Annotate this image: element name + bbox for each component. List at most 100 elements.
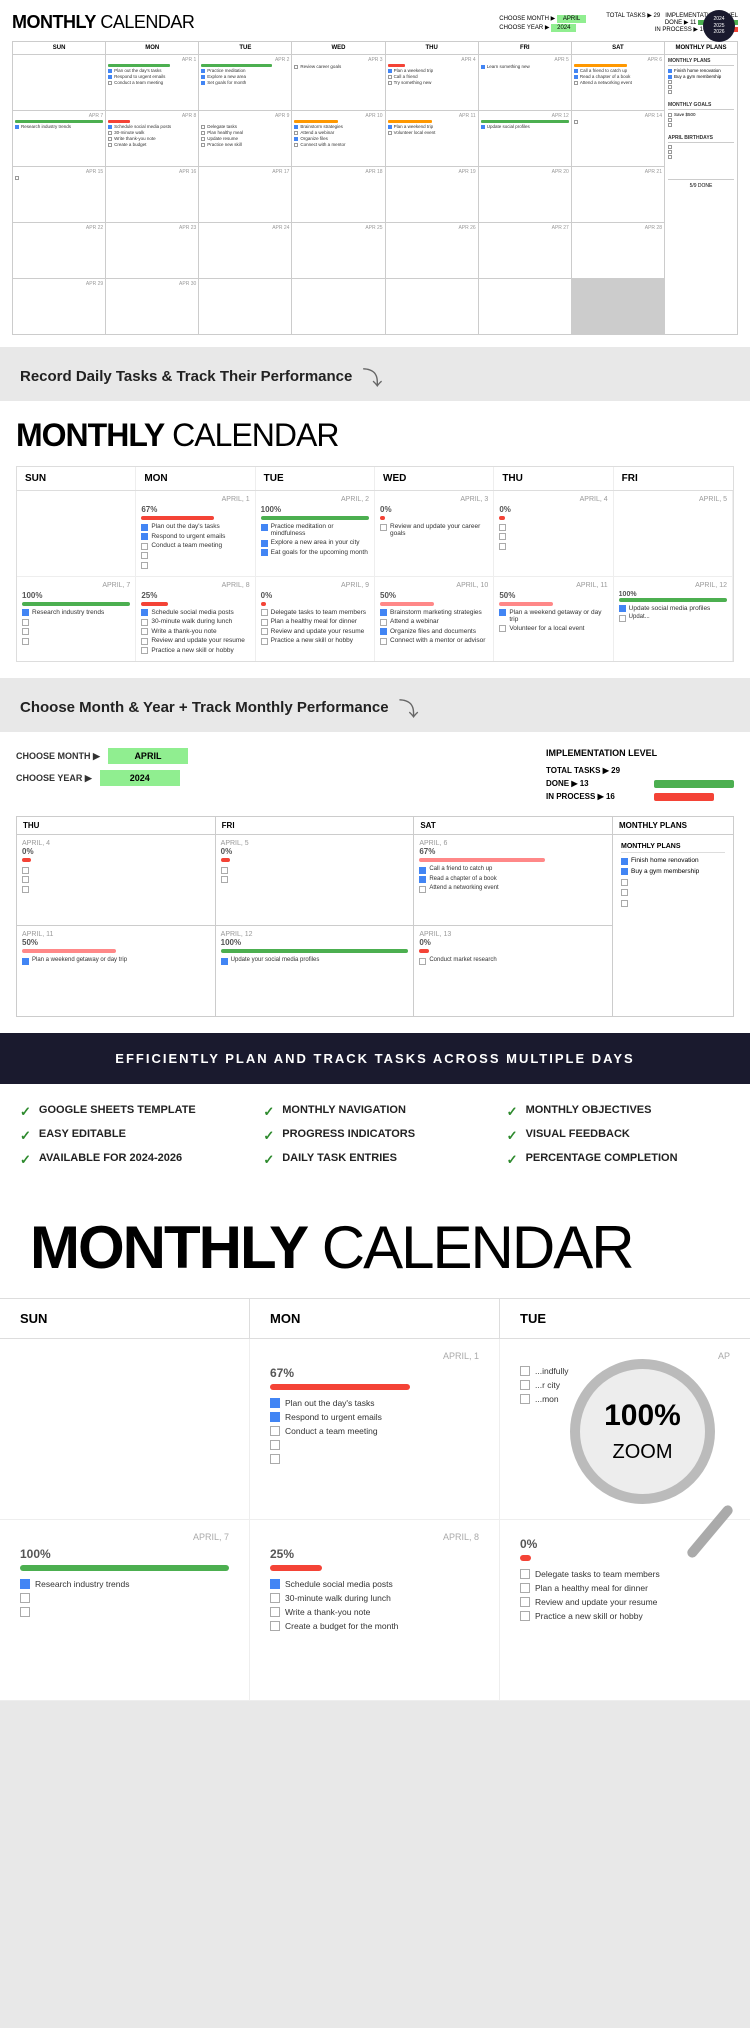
inprocess-row: IN PROCESS ▶ 16 — [546, 792, 734, 801]
checkbox-unchecked — [520, 1380, 530, 1390]
section-zoom-demo: MONTHLY CALENDAR SUN MON TUE APRIL, 1 67… — [0, 1188, 750, 1701]
table-row: APR 20 — [479, 167, 571, 222]
table-row: APRIL, 2 100% Practice meditation or min… — [256, 491, 375, 576]
checkbox-unchecked — [270, 1454, 280, 1464]
inprocess-label: IN PROCESS ▶ 16 — [546, 792, 646, 801]
monthly-plans-header: MONTHLY PLANS — [665, 42, 737, 54]
zoom-week1-row: APRIL, 1 67% Plan out the day's tasks Re… — [0, 1339, 750, 1520]
table-row: APR 11 Plan a weekend trip Volunteer loc… — [386, 111, 478, 166]
task-item: Practice a new skill or hobby — [520, 1611, 730, 1621]
day-header-sat: SAT — [572, 42, 664, 54]
zoom-percent-label: 100%ZOOM — [604, 1399, 681, 1465]
table-row: APR 24 — [199, 223, 291, 278]
task-item: Plan out the day's tasks — [270, 1398, 479, 1408]
task-item: Review and update your resume — [520, 1597, 730, 1607]
table-row: APRIL, 5 0% — [216, 835, 414, 925]
partial-header-sat: SAT — [414, 817, 612, 834]
table-row: APR 8 Schedule social media posts 30-min… — [106, 111, 198, 166]
zoom-header-wed: WED — [375, 467, 494, 490]
year-value[interactable]: 2024 — [100, 770, 180, 786]
partial-calendar: THU FRI SAT MONTHLY PLANS APRIL, 4 0% AP… — [16, 816, 734, 1017]
day-header-fri: FRI — [479, 42, 571, 54]
month-value[interactable]: APRIL — [108, 748, 188, 764]
day-header-wed: WED — [292, 42, 384, 54]
checkbox-checked — [20, 1579, 30, 1589]
feature-label: VISUAL FEEDBACK — [526, 1128, 630, 1140]
table-row: APRIL, 9 0% Delegate tasks to team membe… — [256, 577, 375, 662]
section-full-calendar: MONTHLY CALENDAR CHOOSE MONTH ▶ APRIL CH… — [0, 0, 750, 347]
day-header-mon: MON — [106, 42, 198, 54]
features-section: ✓ GOOGLE SHEETS TEMPLATE ✓ MONTHLY NAVIG… — [0, 1084, 750, 1188]
zoom-cell-apr8: APRIL, 8 25% Schedule social media posts… — [250, 1520, 500, 1700]
table-row: APR 5 Learn something new — [479, 55, 571, 110]
calendar-grid-zoom: SUN MON TUE WED THU FRI APRIL, 1 67% Pla… — [16, 466, 734, 662]
check-icon: ✓ — [20, 1128, 31, 1144]
zoom-cell-apr9: 0% Delegate tasks to team members Plan a… — [500, 1520, 750, 1700]
day-header-thu: THU — [386, 42, 478, 54]
done-label: DONE ▶ 13 — [546, 779, 646, 788]
task-item: 30-minute walk during lunch — [270, 1593, 479, 1603]
task-item: Conduct a team meeting — [270, 1426, 479, 1436]
done-row: DONE ▶ 13 — [546, 779, 734, 788]
check-icon: ✓ — [507, 1104, 518, 1120]
table-row: APRIL, 8 25% Schedule social media posts… — [136, 577, 255, 662]
table-row: APR 19 — [386, 167, 478, 222]
checkbox-unchecked — [20, 1607, 30, 1617]
checkbox-unchecked — [520, 1597, 530, 1607]
table-row: APR 10 Brainstorm strategies Attend a we… — [292, 111, 384, 166]
stats-block: IMPLEMENTATION LEVEL TOTAL TASKS ▶ 29 DO… — [546, 748, 734, 801]
feature-daily-tasks: ✓ DAILY TASK ENTRIES — [263, 1152, 486, 1168]
table-row: APR 14 — [572, 111, 664, 166]
zoom-header-sun: SUN — [17, 467, 136, 490]
table-row: APR 16 — [106, 167, 198, 222]
table-row: APRIL, 5 — [614, 491, 733, 576]
monthly-plans-header-partial: MONTHLY PLANS — [613, 817, 733, 834]
table-row — [292, 279, 384, 334]
feature-monthly-nav: ✓ MONTHLY NAVIGATION — [263, 1104, 486, 1120]
checkbox-unchecked — [520, 1394, 530, 1404]
table-row — [386, 279, 478, 334]
task-item — [270, 1454, 479, 1464]
feature-label: MONTHLY OBJECTIVES — [526, 1104, 652, 1116]
zoom-cell-empty — [0, 1339, 250, 1519]
zoom-col-mon: MON — [250, 1299, 500, 1338]
task-item: Delegate tasks to team members — [520, 1569, 730, 1579]
checkbox-checked — [270, 1412, 280, 1422]
table-row — [13, 55, 105, 110]
checkbox-unchecked — [270, 1621, 280, 1631]
checkbox-unchecked — [520, 1366, 530, 1376]
table-row: APRIL, 11 50% Plan a weekend getaway or … — [494, 577, 613, 662]
magnifier-overlay: 100%ZOOM — [570, 1359, 730, 1519]
arrow-icon-2: ⤵ — [399, 693, 419, 722]
table-row: APR 3 Review career goals — [292, 55, 384, 110]
task-item: Respond to urgent emails — [270, 1412, 479, 1422]
choose-controls: CHOOSE MONTH ▶ APRIL CHOOSE YEAR ▶ 2024 — [16, 748, 188, 786]
feature-label: PROGRESS INDICATORS — [282, 1128, 415, 1140]
day-header-tue: TUE — [199, 42, 291, 54]
feature-monthly-obj: ✓ MONTHLY OBJECTIVES — [507, 1104, 730, 1120]
task-item: Write a thank-you note — [270, 1607, 479, 1617]
checkbox-unchecked — [20, 1593, 30, 1603]
table-row: APRIL, 12 100% Update social media profi… — [614, 577, 733, 662]
table-row: APRIL, 4 0% — [17, 835, 215, 925]
table-row: APRIL, 4 0% — [494, 491, 613, 576]
check-icon: ✓ — [263, 1128, 274, 1144]
zoom-header-mon: MON — [136, 467, 255, 490]
table-row: APR 29 — [13, 279, 105, 334]
impl-label: IMPLEMENTATION LEVEL — [546, 748, 734, 758]
checkbox-checked — [270, 1398, 280, 1408]
zoom-cell-apr7: APRIL, 7 100% Research industry trends — [0, 1520, 250, 1700]
checkbox-unchecked — [520, 1569, 530, 1579]
table-row: APRIL, 11 50% Plan a weekend getaway or … — [17, 926, 215, 1016]
table-row: APRIL, 3 0% Review and update your caree… — [375, 491, 494, 576]
done-bar — [654, 780, 734, 788]
zoom-col-sun: SUN — [0, 1299, 250, 1338]
zoom-header-tue: TUE — [256, 467, 375, 490]
check-icon: ✓ — [263, 1152, 274, 1168]
year-badge: 202420252026 — [703, 10, 735, 42]
table-row — [17, 491, 136, 576]
checkbox-unchecked — [520, 1611, 530, 1621]
table-row: APR 21 — [572, 167, 664, 222]
table-row: APR 26 — [386, 223, 478, 278]
table-row: APR 15 — [13, 167, 105, 222]
